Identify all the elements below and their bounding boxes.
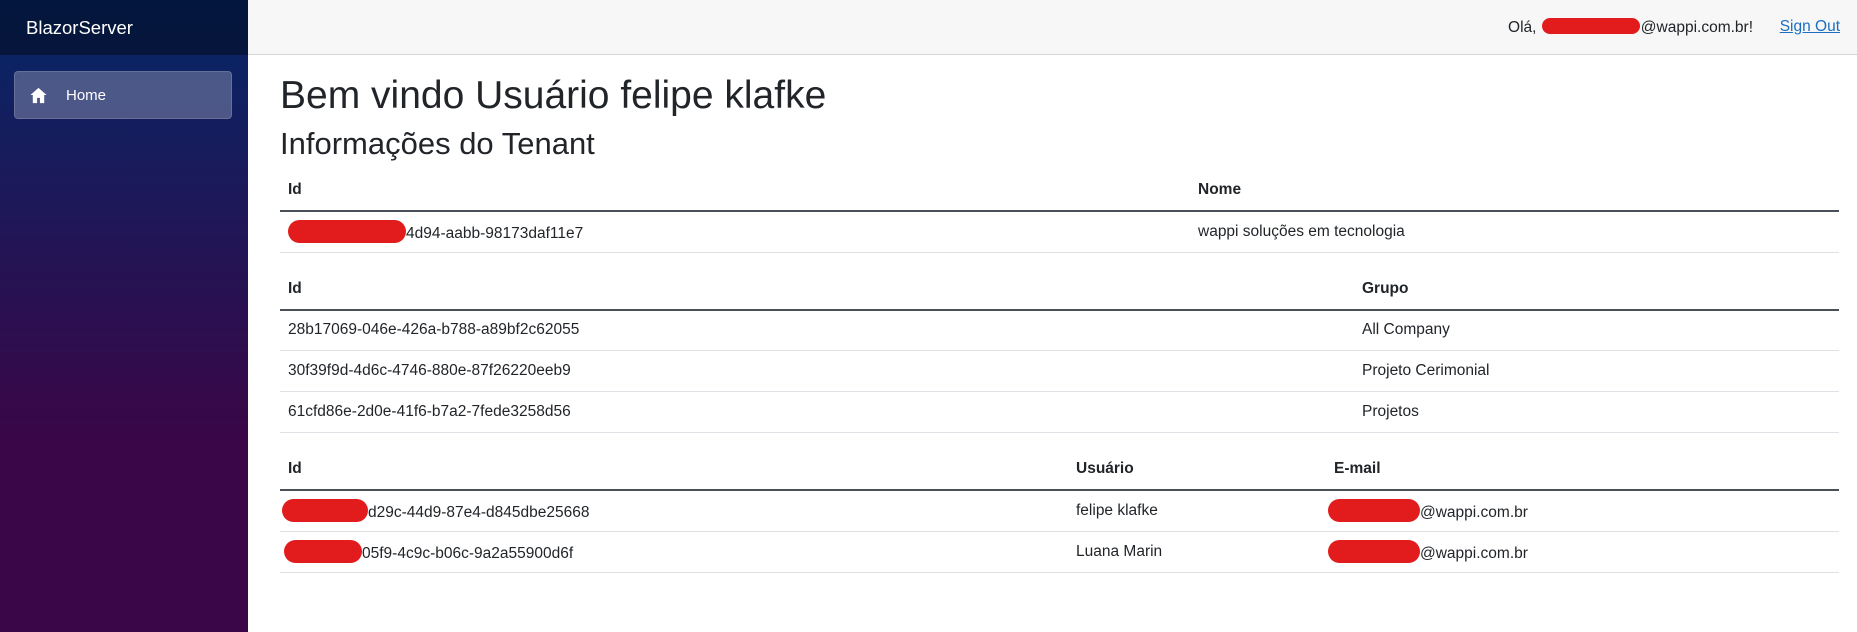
- redaction-mark: [1328, 540, 1420, 563]
- home-icon: [30, 87, 47, 103]
- user-id-cell: d29c-44d9-87e4-d845dbe25668: [280, 490, 1068, 532]
- redaction-mark: [1541, 18, 1640, 34]
- nav-item-home[interactable]: Home: [14, 71, 232, 119]
- user-id-text: 05f9-4c9c-b06c-9a2a55900d6f: [362, 545, 574, 562]
- redaction-mark: [282, 499, 368, 523]
- group-name-cell: All Company: [1354, 309, 1839, 351]
- top-row: Olá, @wappi.com.br! Sign Out: [248, 0, 1857, 55]
- user-name-cell: felipe klafke: [1068, 490, 1326, 532]
- table-row: 61cfd86e-2d0e-41f6-b7a2-7fede3258d56 Pro…: [280, 391, 1839, 433]
- column-header-grupo: Grupo: [1354, 268, 1839, 311]
- user-id-text: d29c-44d9-87e4-d845dbe25668: [368, 504, 590, 522]
- table-row: d29c-44d9-87e4-d845dbe25668 felipe klafk…: [280, 490, 1839, 532]
- group-id-cell: 28b17069-046e-426a-b788-a89bf2c62055: [280, 309, 1354, 351]
- column-header-email: E-mail: [1326, 449, 1839, 491]
- user-email-cell: @wappi.com.br: [1326, 531, 1839, 573]
- tenant-id-cell: 4d94-aabb-98173daf11e7: [280, 211, 1190, 253]
- page-title: Bem vindo Usuário felipe klafke: [280, 74, 827, 117]
- group-name-cell: Projetos: [1354, 391, 1839, 433]
- tenant-name-cell: wappi soluções em tecnologia: [1190, 211, 1839, 253]
- table-header-row: Id Usuário E-mail: [280, 449, 1839, 491]
- brand-link[interactable]: BlazorServer: [26, 17, 133, 39]
- redaction-mark: [288, 220, 406, 244]
- user-greeting: Olá, @wappi.com.br!: [1508, 18, 1753, 37]
- main-content: Bem vindo Usuário felipe klafke Informaç…: [280, 72, 1839, 589]
- brand-bar: BlazorServer: [0, 0, 248, 55]
- group-name-cell: Projeto Cerimonial: [1354, 350, 1839, 392]
- group-id-cell: 61cfd86e-2d0e-41f6-b7a2-7fede3258d56: [280, 391, 1354, 433]
- user-name-cell: Luana Marin: [1068, 531, 1326, 573]
- table-row: 28b17069-046e-426a-b788-a89bf2c62055 All…: [280, 309, 1839, 351]
- table-header-row: Id Grupo: [280, 268, 1839, 311]
- nav-item-home-label: Home: [66, 86, 107, 104]
- column-header-id: Id: [280, 449, 1068, 491]
- user-email-text: @wappi.com.br: [1420, 504, 1528, 522]
- users-table: Id Usuário E-mail d29c-44d9-87e4-d845dbe…: [280, 449, 1839, 573]
- greeting-suffix: @wappi.com.br!: [1640, 19, 1753, 36]
- greeting-prefix: Olá,: [1508, 19, 1541, 36]
- sidebar: BlazorServer Home: [0, 0, 248, 632]
- column-header-nome: Nome: [1190, 170, 1839, 212]
- groups-table: Id Grupo 28b17069-046e-426a-b788-a89bf2c…: [280, 268, 1839, 433]
- group-id-cell: 30f39f9d-4d6c-4746-880e-87f26220eeb9: [280, 350, 1354, 392]
- column-header-id: Id: [280, 268, 1354, 311]
- nav-menu: Home: [0, 55, 248, 119]
- tenant-section-title: Informações do Tenant: [280, 126, 595, 161]
- sign-out-link[interactable]: Sign Out: [1780, 18, 1840, 36]
- table-row: 4d94-aabb-98173daf11e7 wappi soluções em…: [280, 211, 1839, 253]
- redaction-mark: [1328, 499, 1420, 523]
- user-id-cell: 05f9-4c9c-b06c-9a2a55900d6f: [280, 531, 1068, 573]
- tenant-table: Id Nome 4d94-aabb-98173daf11e7 wappi sol…: [280, 170, 1839, 253]
- table-row: 30f39f9d-4d6c-4746-880e-87f26220eeb9 Pro…: [280, 350, 1839, 392]
- user-email-text: @wappi.com.br: [1420, 545, 1528, 562]
- column-header-usuario: Usuário: [1068, 449, 1326, 491]
- tenant-id-text: 4d94-aabb-98173daf11e7: [406, 225, 584, 243]
- redaction-mark: [284, 540, 362, 563]
- table-header-row: Id Nome: [280, 170, 1839, 212]
- table-row: 05f9-4c9c-b06c-9a2a55900d6f Luana Marin …: [280, 531, 1839, 573]
- column-header-id: Id: [280, 170, 1190, 212]
- user-email-cell: @wappi.com.br: [1326, 490, 1839, 532]
